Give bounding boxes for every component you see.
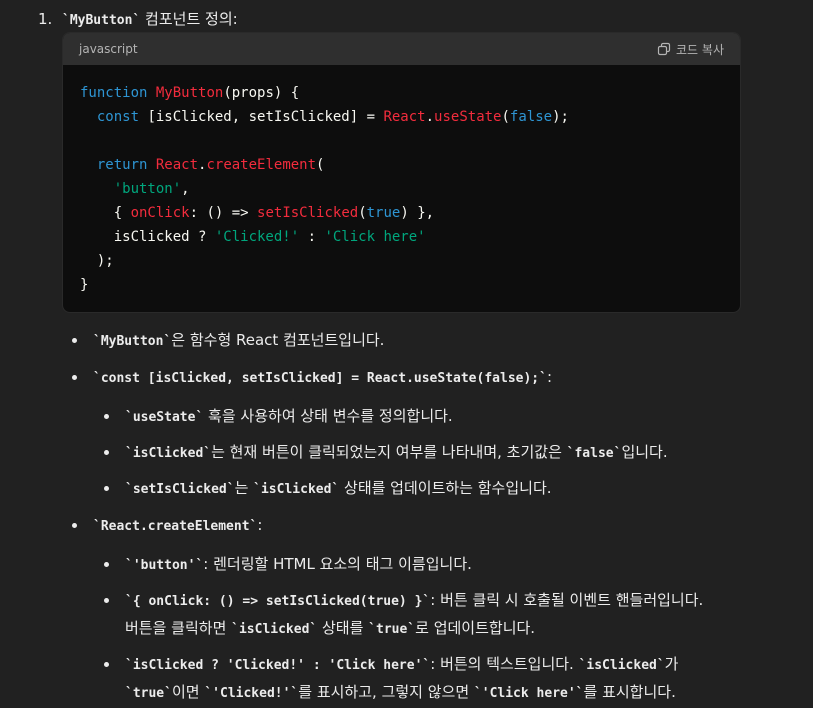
list-item: `const [isClicked, setIsClicked] = React… — [71, 365, 552, 389]
list-item: `isClicked`는 현재 버튼이 클릭되었는지 여부를 나타내며, 초기값… — [104, 440, 668, 464]
inline-code: `MyButton` — [62, 13, 141, 28]
list-item: `setIsClicked`는 `isClicked` 상태를 업데이트하는 함… — [104, 476, 552, 500]
code-language-label: javascript — [79, 42, 138, 56]
copy-icon — [657, 42, 671, 56]
list-item: `useState` 훅을 사용하여 상태 변수를 정의합니다. — [104, 404, 453, 428]
copy-code-button[interactable]: 코드 복사 — [657, 41, 724, 58]
list-item-continuation: 버튼을 클릭하면 `isClicked` 상태를 `true`로 업데이트합니다… — [125, 619, 536, 637]
copy-code-label: 코드 복사 — [676, 42, 724, 57]
code-block: javascript 코드 복사 function MyButton(props… — [62, 32, 741, 313]
list-item: `'button'`: 렌더링할 HTML 요소의 태그 이름입니다. — [104, 552, 472, 576]
list-item: `React.createElement`: — [71, 513, 262, 537]
list-item: `isClicked ? 'Clicked!' : 'Click here'`:… — [103, 652, 678, 676]
list-item: `{ onClick: () => setIsClicked(true) }`:… — [103, 588, 703, 612]
list-item: `MyButton`은 함수형 React 컴포넌트입니다. — [71, 328, 384, 352]
list-item-continuation: `true`이면 `'Clicked!'`를 표시하고, 그렇지 않으면 `'C… — [125, 683, 676, 701]
code-block-header: javascript 코드 복사 — [63, 33, 740, 65]
step-heading: 1. `MyButton` 컴포넌트 정의: — [38, 10, 238, 28]
code-content: function MyButton(props) { const [isClic… — [80, 85, 569, 293]
step-number: 1. — [38, 10, 53, 28]
